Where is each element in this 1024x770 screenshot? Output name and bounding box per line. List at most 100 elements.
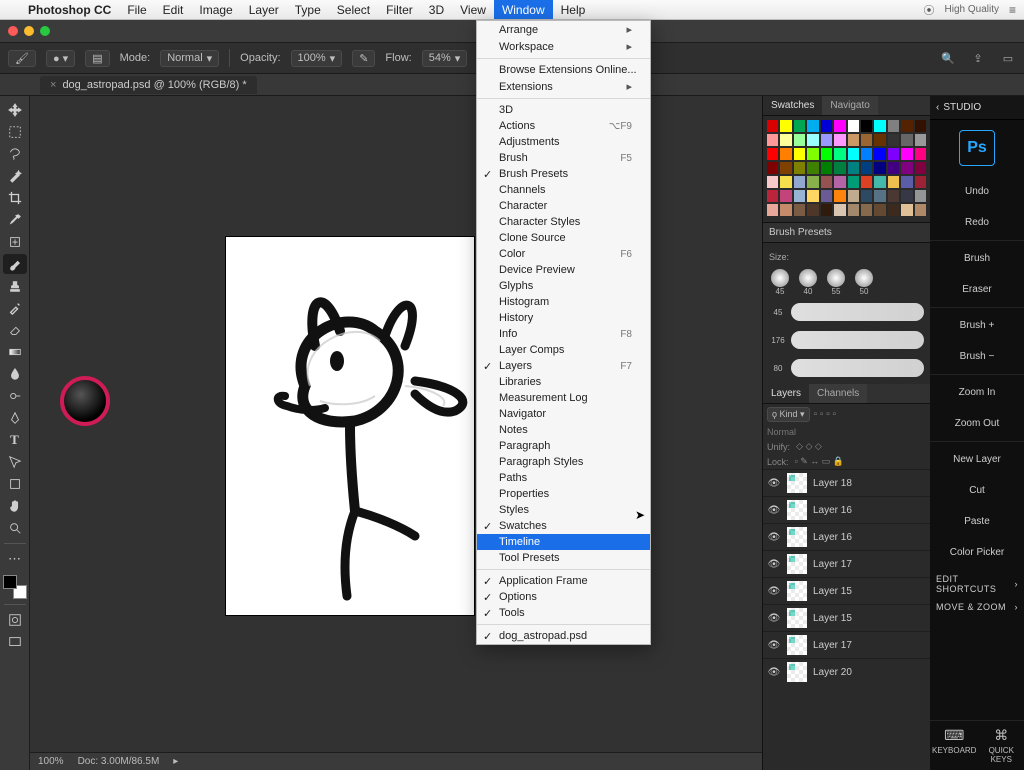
menu-item-paths[interactable]: Paths (477, 470, 650, 486)
swatch[interactable] (848, 190, 859, 202)
swatch[interactable] (915, 190, 926, 202)
swatch[interactable] (888, 204, 899, 216)
zoom-tool[interactable] (3, 518, 27, 538)
brush-stroke-preset[interactable]: 80 (769, 356, 924, 380)
swatch[interactable] (807, 176, 818, 188)
brush-stroke-preset[interactable]: 45 (769, 300, 924, 324)
minimize-icon[interactable] (24, 26, 34, 36)
swatch[interactable] (848, 204, 859, 216)
swatch[interactable] (780, 176, 791, 188)
swatch[interactable] (888, 134, 899, 146)
window-controls[interactable] (8, 26, 50, 36)
zoom-value[interactable]: 100% (38, 756, 64, 767)
brush-stroke-preset[interactable]: 176 (769, 328, 924, 352)
menu-item-device-preview[interactable]: Device Preview (477, 262, 650, 278)
studio-zoom-out[interactable]: Zoom Out (930, 408, 1024, 439)
canvas-area[interactable]: 100% Doc: 3.00M/86.5M ▸ (30, 96, 762, 770)
swatch[interactable] (794, 134, 805, 146)
studio-quickkeys[interactable]: ⌘QUICK KEYS (978, 721, 1024, 770)
blur-tool[interactable] (3, 364, 27, 384)
swatch[interactable] (821, 162, 832, 174)
menu-item-glyphs[interactable]: Glyphs (477, 278, 650, 294)
menu-filter[interactable]: Filter (378, 0, 421, 19)
layer-item[interactable]: 👁Layer 17 (763, 550, 930, 577)
swatch[interactable] (861, 176, 872, 188)
swatch[interactable] (874, 134, 885, 146)
brush-preset[interactable]: 40 (797, 269, 819, 296)
layer-item[interactable]: 👁Layer 16 (763, 523, 930, 550)
visibility-icon[interactable]: 👁 (767, 478, 781, 489)
share-icon[interactable]: ⇪ (970, 50, 986, 66)
visibility-icon[interactable]: 👁 (767, 667, 781, 678)
menu-item-measurement-log[interactable]: Measurement Log (477, 390, 650, 406)
menu-item-3d[interactable]: 3D (477, 102, 650, 118)
menu-item-navigator[interactable]: Navigator (477, 406, 650, 422)
swatches-panel[interactable] (763, 116, 930, 222)
menu-item-libraries[interactable]: Libraries (477, 374, 650, 390)
swatch[interactable] (780, 162, 791, 174)
swatch[interactable] (821, 204, 832, 216)
swatch[interactable] (915, 176, 926, 188)
swatches-tab[interactable]: Swatches (763, 96, 822, 115)
swatch[interactable] (767, 148, 778, 160)
swatch[interactable] (848, 162, 859, 174)
swatch[interactable] (874, 148, 885, 160)
opacity-pressure-button[interactable]: ✎ (352, 50, 375, 67)
swatch[interactable] (767, 204, 778, 216)
navigator-tab[interactable]: Navigato (822, 96, 877, 115)
swatch[interactable] (807, 148, 818, 160)
brush-panel-button[interactable]: ▤ (85, 50, 109, 67)
swatch[interactable] (874, 120, 885, 132)
swatch[interactable] (767, 120, 778, 132)
swatch[interactable] (901, 204, 912, 216)
swatch[interactable] (861, 190, 872, 202)
hand-tool[interactable] (3, 496, 27, 516)
wand-tool[interactable] (3, 166, 27, 186)
swatch[interactable] (874, 190, 885, 202)
menu-item-application-frame[interactable]: Application Frame (477, 573, 650, 589)
swatch[interactable] (874, 204, 885, 216)
menu-item-properties[interactable]: Properties (477, 486, 650, 502)
menu-item-styles[interactable]: Styles (477, 502, 650, 518)
studio-undo[interactable]: Undo (930, 176, 1024, 207)
menu-item-layers[interactable]: LayersF7 (477, 358, 650, 374)
swatch[interactable] (888, 176, 899, 188)
menu-item-layer-comps[interactable]: Layer Comps (477, 342, 650, 358)
studio-brush-minus[interactable]: Brush − (930, 341, 1024, 372)
history-brush-tool[interactable] (3, 298, 27, 318)
menu-window[interactable]: Window (494, 0, 553, 19)
menu-file[interactable]: File (119, 0, 154, 19)
swatch[interactable] (834, 190, 845, 202)
move-tool[interactable] (3, 100, 27, 120)
swatch[interactable] (901, 120, 912, 132)
menu-item-arrange[interactable]: Arrange▸ (477, 21, 650, 38)
brush-preset[interactable]: 55 (825, 269, 847, 296)
menu-item-histogram[interactable]: Histogram (477, 294, 650, 310)
menu-item-tools[interactable]: Tools (477, 605, 650, 621)
blend-mode-select[interactable]: Normal (763, 425, 930, 439)
swatch[interactable] (861, 204, 872, 216)
layer-item[interactable]: 👁Layer 16 (763, 496, 930, 523)
menu-item-history[interactable]: History (477, 310, 650, 326)
layer-item[interactable]: 👁Layer 15 (763, 604, 930, 631)
swatch[interactable] (780, 134, 791, 146)
menu-item-workspace[interactable]: Workspace▸ (477, 38, 650, 55)
swatch[interactable] (888, 190, 899, 202)
swatch[interactable] (915, 120, 926, 132)
studio-zoom-in[interactable]: Zoom In (930, 377, 1024, 408)
menu-item-swatches[interactable]: Swatches (477, 518, 650, 534)
swatch[interactable] (915, 162, 926, 174)
studio-paste[interactable]: Paste (930, 506, 1024, 537)
swatch[interactable] (888, 148, 899, 160)
menu-item-timeline[interactable]: Timeline (477, 534, 650, 550)
swatch[interactable] (861, 134, 872, 146)
edit-toolbar-button[interactable]: ⋯ (3, 549, 27, 569)
swatch[interactable] (794, 190, 805, 202)
swatch[interactable] (834, 120, 845, 132)
type-tool[interactable]: T (3, 430, 27, 450)
menu-layer[interactable]: Layer (241, 0, 287, 19)
studio-brush-plus[interactable]: Brush + (930, 310, 1024, 341)
zoom-icon[interactable] (40, 26, 50, 36)
menu-type[interactable]: Type (287, 0, 329, 19)
swatch[interactable] (915, 204, 926, 216)
